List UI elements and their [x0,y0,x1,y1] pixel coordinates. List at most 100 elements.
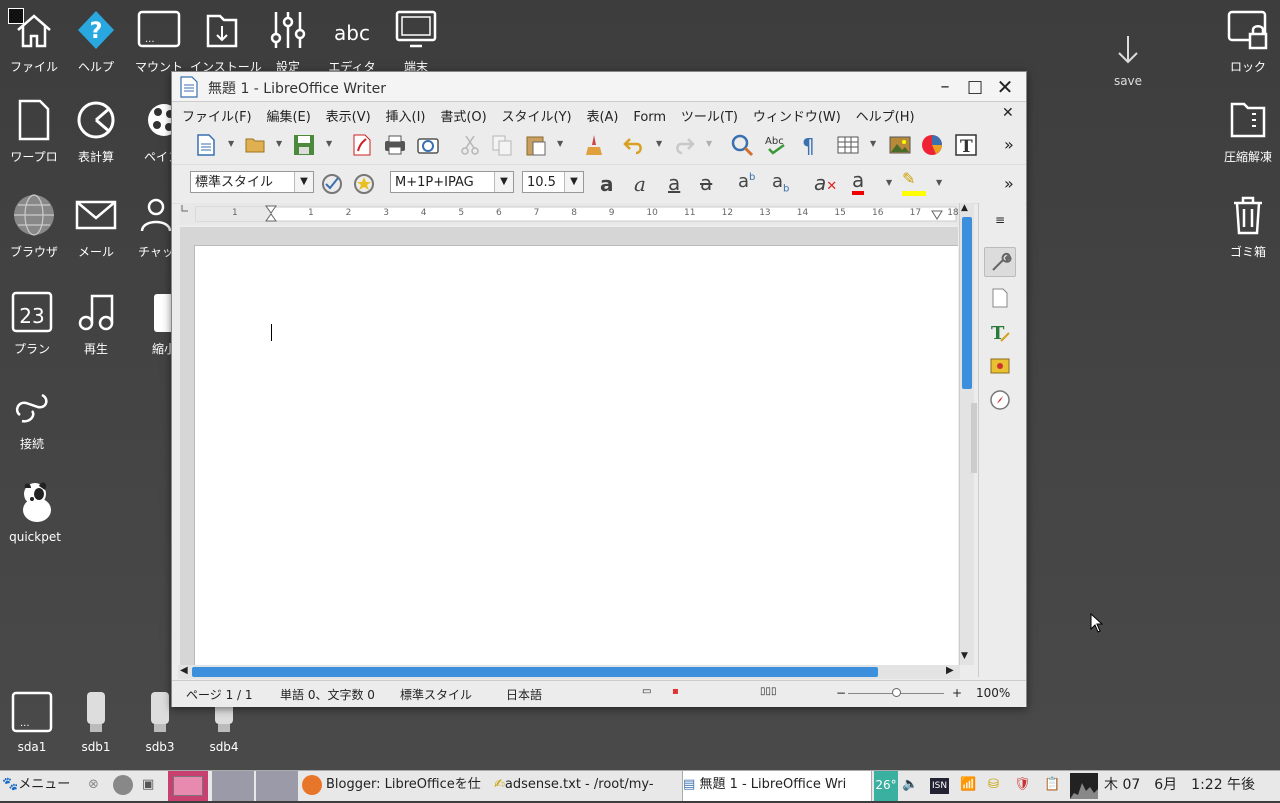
font-color-icon[interactable]: a [852,169,865,195]
page-icon[interactable] [989,287,1011,309]
insert-chart-icon[interactable] [920,133,944,157]
open-dropdown-icon[interactable]: ▼ [276,139,282,148]
subscript-icon[interactable]: ab [772,171,789,195]
menu-table[interactable]: 表(A) [581,102,624,125]
italic-icon[interactable]: a [634,172,646,196]
chevron-down-icon[interactable]: ▼ [564,172,583,192]
chevron-down-icon[interactable]: ▼ [294,172,313,192]
desktop-icon-lock[interactable]: ロック [1216,8,1280,75]
clone-formatting-icon[interactable] [582,133,606,157]
superscript-icon[interactable]: ab [738,171,755,192]
scroll-right-icon[interactable]: ▶ [946,665,954,676]
browser-launcher-icon[interactable] [112,771,134,801]
menu-tools[interactable]: ツール(T) [676,102,744,125]
copy-icon[interactable] [490,133,514,157]
desktop-icon-quickpet[interactable]: quickpet [3,480,67,544]
task-writer-active[interactable]: ▤ 無題 1 - LibreOffice Wri [682,771,872,801]
scroll-up-icon[interactable]: ▲ [961,203,968,213]
desktop-icon-calc[interactable]: 表計算 [64,98,128,165]
save-icon[interactable] [292,133,316,157]
gallery-icon[interactable] [989,355,1011,377]
task-adsense[interactable]: ✍adsense.txt - /root/my- [494,771,680,801]
workspace-2[interactable] [212,771,254,801]
desktop-icon-writer[interactable]: ワープロ [2,98,66,165]
minimize-button[interactable]: – [934,76,956,98]
close-document-icon[interactable]: ✕ [1002,105,1014,121]
spellcheck-icon[interactable]: Abc [764,133,788,157]
view-layout-icon[interactable]: ▯▯▯ [760,686,777,697]
redo-dropdown-icon[interactable]: ▼ [706,139,712,148]
styles-icon[interactable]: T [989,321,1011,343]
insert-table-icon[interactable] [836,133,860,157]
insert-textbox-icon[interactable]: T [954,133,978,157]
font-name-combo[interactable]: M+1P+IPAG ▼ [390,171,514,193]
export-pdf-icon[interactable] [350,133,374,157]
navigator-icon[interactable] [989,389,1011,411]
status-page-style[interactable]: 標準スタイル [400,686,472,703]
close-all-icon[interactable]: ⊗ [88,771,99,801]
clipboard-icon[interactable]: 📋 [1044,771,1060,801]
desktop-icon-mail[interactable]: メール [64,193,128,260]
show-desktop-icon[interactable]: ▣ [142,771,154,801]
underline-icon[interactable]: a [668,171,680,195]
strikethrough-icon[interactable]: a [700,171,712,195]
desktop-icon-sda1[interactable]: ... sda1 [0,690,64,754]
toolbar-overflow-icon[interactable]: » [1004,135,1014,154]
volume-icon[interactable]: 🔈 [902,771,918,801]
sidebar-menu-icon[interactable]: ≡ [995,213,1005,227]
desktop-icon-connect[interactable]: 接続 [0,385,64,452]
print-preview-icon[interactable] [416,133,440,157]
new-style-icon[interactable] [352,172,376,196]
weather-temperature[interactable]: 26° [874,771,898,801]
highlight-dropdown-icon[interactable]: ▼ [936,178,942,187]
desktop-icon-save[interactable]: save [1096,34,1160,88]
highlight-icon[interactable]: ✎ [902,169,926,196]
formatting-marks-icon[interactable]: ¶ [798,133,822,157]
clear-formatting-icon[interactable]: a✕ [814,171,837,195]
horizontal-scrollbar[interactable]: ◀ ▶ [178,665,960,679]
desktop-icon-shrink[interactable]: 縮小 [132,290,172,357]
menu-help[interactable]: ヘルプ(H) [851,102,921,125]
vertical-scroll-thumb[interactable] [962,217,972,389]
chevron-down-icon[interactable]: ▼ [494,172,513,192]
toolbar-overflow-icon[interactable]: » [1004,174,1014,193]
find-replace-icon[interactable] [730,133,754,157]
zoom-slider-knob[interactable] [892,688,901,697]
selection-mode-icon[interactable]: ▭ [642,686,651,697]
document-modified-icon[interactable]: ▪ [672,686,679,697]
status-language[interactable]: 日本語 [506,686,542,703]
desktop-icon-install[interactable]: インストール [190,8,262,75]
open-folder-icon[interactable] [244,133,268,157]
corner-icon[interactable] [8,8,24,24]
desktop-icon-browser[interactable]: ブラウザ [2,193,66,260]
print-icon[interactable] [383,133,407,157]
redo-icon[interactable] [672,133,696,157]
desktop-icon-trash[interactable]: ゴミ箱 [1216,193,1280,260]
network-monitor-icon[interactable]: ISN [930,778,950,794]
desktop-icon-help[interactable]: ? ヘルプ [64,8,128,75]
new-dropdown-icon[interactable]: ▼ [228,139,234,148]
desktop-icon-settings[interactable]: 設定 [256,8,320,75]
start-menu-button[interactable]: 🐾メニュー [2,771,84,801]
menu-view[interactable]: 表示(V) [321,102,377,125]
menu-file[interactable]: ファイル(F) [172,102,258,125]
menu-form[interactable]: Form [628,106,672,125]
disk-usage-icon[interactable]: ⛁ [988,771,999,801]
task-blogger[interactable]: Blogger: LibreOfficeを仕 [302,771,492,801]
desktop-icon-sdb1[interactable]: sdb1 [64,690,128,754]
undo-dropdown-icon[interactable]: ▼ [656,139,662,148]
horizontal-scroll-thumb[interactable] [192,667,878,677]
bold-icon[interactable]: a [600,172,614,196]
maximize-button[interactable]: □ [964,76,986,98]
workspace-1[interactable] [168,771,208,801]
zoom-in-icon[interactable]: + [952,686,962,700]
status-word-count[interactable]: 単語 0、文字数 0 [280,686,375,703]
paragraph-style-combo[interactable]: 標準スタイル ▼ [190,171,314,193]
cut-icon[interactable] [458,133,482,157]
sidebar-collapse-handle[interactable] [971,403,977,473]
undo-icon[interactable] [622,133,646,157]
horizontal-ruler[interactable]: 1 1 2 3 4 5 6 7 8 9 10 11 12 13 14 15 16 17 18 [180,203,960,225]
clock[interactable]: 木 07 6月 1:22 午後 [1104,771,1280,801]
font-color-dropdown-icon[interactable]: ▼ [886,178,892,187]
desktop-icon-plan[interactable]: 23 プラン [0,290,64,357]
